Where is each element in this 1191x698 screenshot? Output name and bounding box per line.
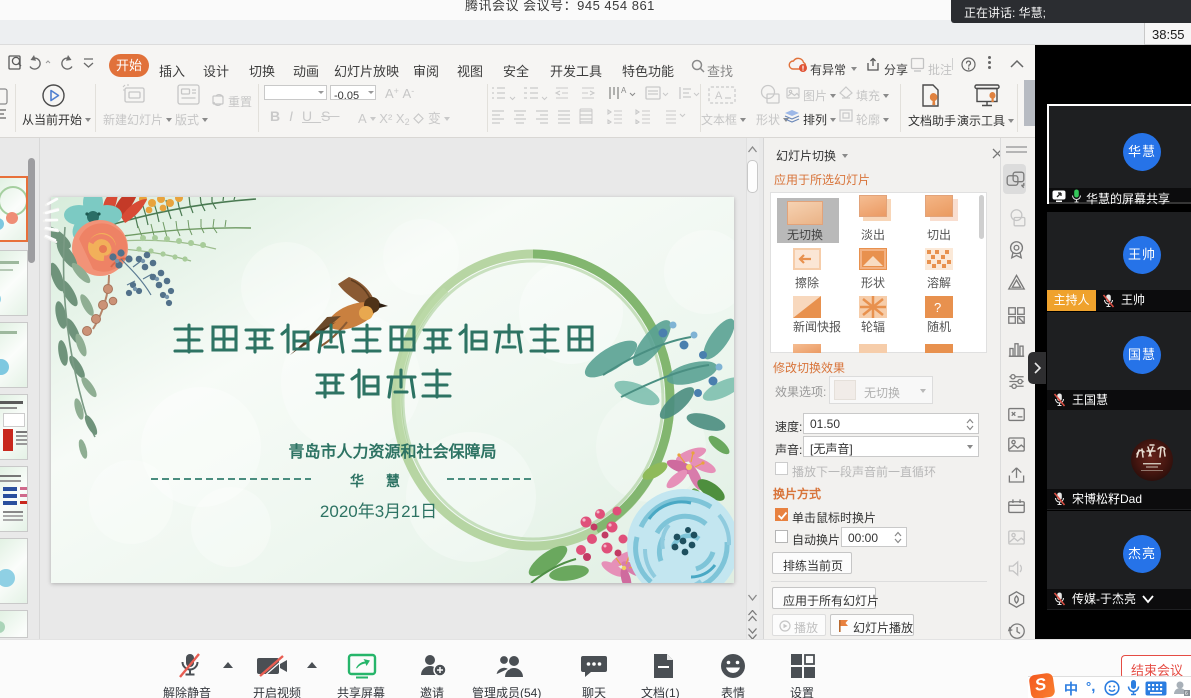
svg-text:A: A xyxy=(621,86,627,95)
svg-text:6: 6 xyxy=(1185,691,1188,697)
svg-text:?: ? xyxy=(934,300,941,315)
svg-text:A: A xyxy=(715,90,723,102)
